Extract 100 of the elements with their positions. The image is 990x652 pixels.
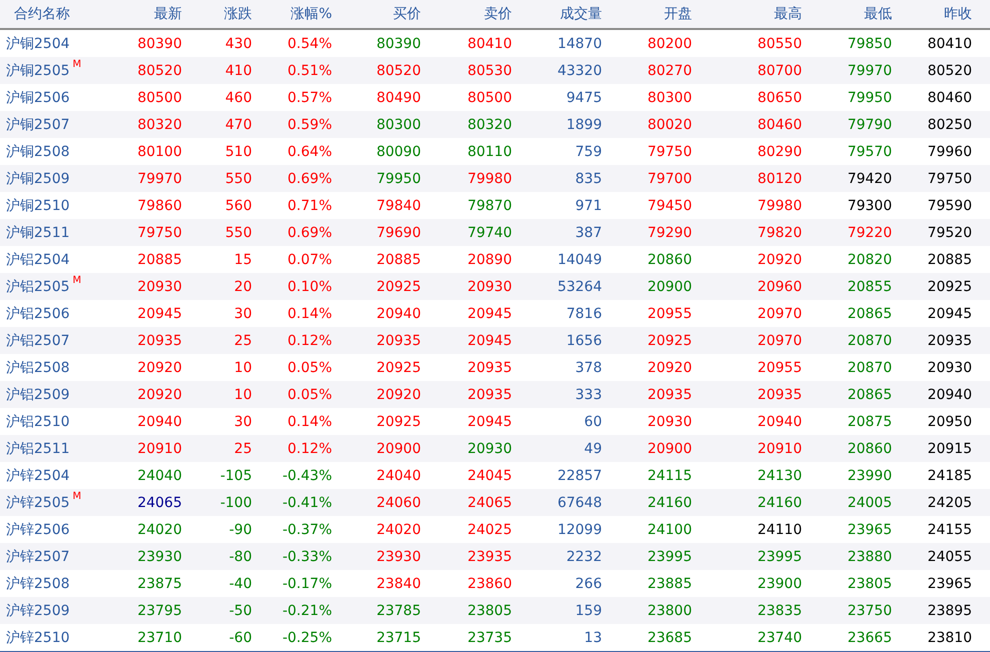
quote-cell-text: 49 bbox=[583, 440, 602, 456]
table-row[interactable]: 沪锌2509 23795 -50 -0.21% 23785 23805 159 23800 23835 23750 23895 bbox=[0, 597, 990, 624]
quote-cell-text: 80650 bbox=[756, 90, 802, 106]
quote-cell-text: 20920 bbox=[756, 252, 802, 268]
quote-cell-text: 23900 bbox=[756, 576, 802, 592]
table-row[interactable]: 沪铜2506 80500 460 0.57% 80490 80500 9475 80300 80650 79950 80460 bbox=[0, 84, 990, 111]
quote-cell-text: 20950 bbox=[926, 414, 972, 430]
column-header[interactable]: 卖价 bbox=[421, 5, 512, 23]
table-row[interactable]: 沪铝2507 20935 25 0.12% 20935 20945 1656 20925 20970 20870 20935 bbox=[0, 327, 990, 354]
quote-cell-text: 9475 bbox=[565, 90, 602, 106]
quote-cell-text: 550 bbox=[224, 224, 252, 240]
table-row[interactable]: 沪铜2505 M 80520 410 0.51% 80520 80530 43320 80270 80700 79970 80520 bbox=[0, 57, 990, 84]
quote-cell-text: 0.14% bbox=[286, 306, 332, 322]
quote-cell-text: 79950 bbox=[375, 170, 421, 186]
quote-cell-text: 24065 bbox=[136, 494, 182, 510]
column-header[interactable]: 合约名称 bbox=[0, 5, 130, 23]
table-row[interactable]: 沪锌2507 23930 -80 -0.33% 23930 23935 2232 23995 23995 23880 24055 bbox=[0, 543, 990, 570]
quote-cell-text: 23735 bbox=[466, 630, 512, 646]
quote-cell-text: 79840 bbox=[375, 198, 421, 214]
table-row[interactable]: 沪锌2508 23875 -40 -0.17% 23840 23860 266 23885 23900 23805 23965 bbox=[0, 570, 990, 597]
quote-cell-text: 80390 bbox=[375, 36, 421, 52]
table-row[interactable]: 沪铝2510 20940 30 0.14% 20925 20945 60 20930 20940 20875 20950 bbox=[0, 408, 990, 435]
quote-cell-text: 80490 bbox=[375, 90, 421, 106]
quote-cell-text: 24110 bbox=[756, 522, 802, 538]
quote-cell-text: 0.54% bbox=[286, 36, 332, 52]
quote-cell-text: 30 bbox=[233, 414, 252, 430]
table-row[interactable]: 沪铜2511 79750 550 0.69% 79690 79740 387 79290 79820 79220 79520 bbox=[0, 219, 990, 246]
quote-cell-text: 20875 bbox=[846, 414, 892, 430]
contract-name: 沪铜2508 bbox=[6, 142, 70, 160]
table-row[interactable]: 沪锌2504 24040 -105 -0.43% 24040 24045 22857 24115 24130 23990 24185 bbox=[0, 462, 990, 489]
quote-cell-text: 23740 bbox=[756, 630, 802, 646]
table-row[interactable]: 沪铜2507 80320 470 0.59% 80300 80320 1899 80020 80460 79790 80250 bbox=[0, 111, 990, 138]
quote-cell-text: 79820 bbox=[756, 224, 802, 240]
quote-cell-text: 12099 bbox=[556, 522, 602, 538]
quote-cell-text: 80410 bbox=[466, 36, 512, 52]
table-row[interactable]: 沪铜2508 80100 510 0.64% 80090 80110 759 79750 80290 79570 79960 bbox=[0, 138, 990, 165]
quote-cell-text: 20920 bbox=[136, 360, 182, 376]
quote-cell-text: 79570 bbox=[846, 144, 892, 160]
quote-cell-text: 0.05% bbox=[286, 386, 332, 402]
quote-cell-text: 80390 bbox=[136, 36, 182, 52]
table-row[interactable]: 沪铜2504 80390 430 0.54% 80390 80410 14870 80200 80550 79850 80410 bbox=[0, 30, 990, 57]
quote-cell-text: 23805 bbox=[846, 576, 892, 592]
contract-name: 沪铜2505 bbox=[6, 62, 70, 80]
table-row[interactable]: 沪铝2509 20920 10 0.05% 20920 20935 333 20935 20935 20865 20940 bbox=[0, 381, 990, 408]
contract-name: 沪铝2505 bbox=[6, 278, 70, 296]
column-header[interactable]: 昨收 bbox=[892, 5, 972, 23]
column-header[interactable]: 买价 bbox=[332, 5, 421, 23]
table-row[interactable]: 沪铝2511 20910 25 0.12% 20900 20930 49 20900 20910 20860 20915 bbox=[0, 435, 990, 462]
quote-cell-text: 80460 bbox=[756, 116, 802, 132]
quote-cell-text: 20925 bbox=[646, 332, 692, 348]
contract-name: 沪铝2506 bbox=[6, 304, 70, 322]
quote-cell-text: 20910 bbox=[756, 440, 802, 456]
table-row[interactable]: 沪锌2506 24020 -90 -0.37% 24020 24025 12099 24100 24110 23965 24155 bbox=[0, 516, 990, 543]
quote-cell-text: 560 bbox=[224, 198, 252, 214]
quote-cell-text: 0.12% bbox=[286, 440, 332, 456]
table-row[interactable]: 沪锌2510 23710 -60 -0.25% 23715 23735 13 23685 23740 23665 23810 bbox=[0, 624, 990, 651]
table-row[interactable]: 沪铜2510 79860 560 0.71% 79840 79870 971 79450 79980 79300 79590 bbox=[0, 192, 990, 219]
quote-cell-text: 30 bbox=[233, 306, 252, 322]
main-contract-label: M bbox=[72, 276, 82, 286]
quote-cell-text: 20930 bbox=[646, 414, 692, 430]
table-row[interactable]: 沪铝2505 M 20930 20 0.10% 20925 20930 53264 20900 20960 20855 20925 bbox=[0, 273, 990, 300]
table-row[interactable]: 沪锌2505 M 24065 -100 -0.41% 24060 24065 67648 24160 24160 24005 24205 bbox=[0, 489, 990, 516]
quote-cell-text: 80550 bbox=[756, 36, 802, 52]
table-row[interactable]: 沪铝2506 20945 30 0.14% 20940 20945 7816 20955 20970 20865 20945 bbox=[0, 300, 990, 327]
table-row[interactable]: 沪铜2509 79970 550 0.69% 79950 79980 835 79700 80120 79420 79750 bbox=[0, 165, 990, 192]
quote-cell-text: 23665 bbox=[846, 630, 892, 646]
column-header[interactable]: 开盘 bbox=[602, 5, 692, 23]
quote-cell-text: 14870 bbox=[556, 36, 602, 52]
quote-cell-text: 20970 bbox=[756, 332, 802, 348]
contract-name: 沪铜2504 bbox=[6, 34, 70, 52]
quote-cell-text: 80090 bbox=[375, 144, 421, 160]
quote-cell-text: 20935 bbox=[756, 386, 802, 402]
quote-cell-text: 20935 bbox=[646, 386, 692, 402]
quote-cell-text: 79980 bbox=[756, 198, 802, 214]
quote-cell-text: 0.51% bbox=[286, 62, 332, 78]
quote-cell-text: 79220 bbox=[846, 224, 892, 240]
quote-cell-text: 20900 bbox=[646, 278, 692, 294]
quote-cell-text: 0.10% bbox=[286, 278, 332, 294]
column-header[interactable]: 最新 bbox=[130, 5, 182, 23]
column-header[interactable]: 成交量 bbox=[512, 5, 602, 23]
quote-cell-text: 80530 bbox=[466, 62, 512, 78]
quote-cell-text: 60 bbox=[583, 414, 602, 430]
quote-cell-text: 23810 bbox=[926, 630, 972, 646]
quote-cell-text: 0.59% bbox=[286, 116, 332, 132]
quote-cell-text: -0.33% bbox=[281, 548, 332, 564]
quote-cell-text: 79970 bbox=[136, 170, 182, 186]
column-header[interactable]: 最高 bbox=[692, 5, 802, 23]
quote-cell-text: 23930 bbox=[136, 548, 182, 564]
column-header[interactable]: 涨跌 bbox=[182, 5, 252, 23]
quote-cell-text: 80520 bbox=[136, 62, 182, 78]
quote-cell-text: 550 bbox=[224, 170, 252, 186]
quote-cell-text: 20865 bbox=[846, 386, 892, 402]
quote-cell-text: 23885 bbox=[646, 576, 692, 592]
quote-cell-text: 80300 bbox=[375, 116, 421, 132]
column-header[interactable]: 最低 bbox=[802, 5, 892, 23]
table-row[interactable]: 沪铝2504 20885 15 0.07% 20885 20890 14049 20860 20920 20820 20885 bbox=[0, 246, 990, 273]
table-row[interactable]: 沪铝2508 20920 10 0.05% 20925 20935 378 20920 20955 20870 20930 bbox=[0, 354, 990, 381]
quote-cell-text: 0.05% bbox=[286, 360, 332, 376]
column-header[interactable]: 涨幅% bbox=[252, 5, 332, 23]
contract-name: 沪铝2508 bbox=[6, 358, 70, 376]
